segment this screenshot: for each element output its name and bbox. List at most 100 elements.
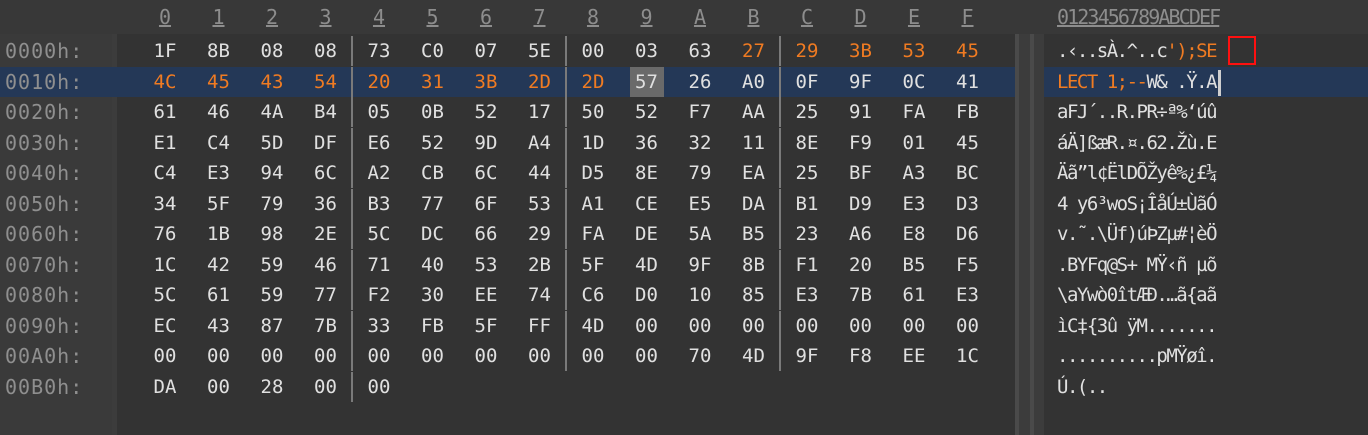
hex-byte[interactable]: 59 — [255, 250, 289, 280]
hex-byte[interactable]: F1 — [790, 250, 824, 280]
hex-byte[interactable]: 28 — [255, 372, 289, 402]
hex-byte[interactable]: FB — [416, 311, 450, 341]
hex-byte[interactable]: A4 — [523, 128, 557, 158]
hex-byte[interactable]: 59 — [255, 280, 289, 310]
hex-byte[interactable]: 32 — [683, 128, 717, 158]
hex-byte[interactable]: 6F — [469, 189, 503, 219]
hex-byte[interactable]: 00 — [576, 341, 610, 371]
ascii-row[interactable]: áÄ]ßæR.¤.62.Žù.E — [1057, 128, 1218, 158]
hex-byte[interactable]: 46 — [309, 250, 343, 280]
hex-byte[interactable]: 23 — [790, 219, 824, 249]
hex-byte[interactable]: D6 — [951, 219, 985, 249]
ascii-row[interactable]: .‹..sÀ.^..c');SE — [1057, 36, 1218, 66]
hex-byte[interactable]: 11 — [737, 128, 771, 158]
hex-byte[interactable]: 00 — [630, 311, 664, 341]
hex-byte[interactable]: 40 — [416, 250, 450, 280]
hex-byte[interactable]: 61 — [148, 97, 182, 127]
hex-byte[interactable]: B3 — [362, 189, 396, 219]
hex-byte[interactable]: FA — [897, 97, 931, 127]
hex-byte[interactable]: 08 — [255, 36, 289, 66]
hex-byte[interactable]: A6 — [844, 219, 878, 249]
hex-byte[interactable]: 94 — [255, 158, 289, 188]
hex-byte[interactable]: 6C — [309, 158, 343, 188]
hex-byte[interactable]: D3 — [951, 189, 985, 219]
hex-byte[interactable]: A2 — [362, 158, 396, 188]
hex-byte[interactable]: F7 — [683, 97, 717, 127]
hex-byte[interactable]: 2D — [523, 67, 557, 97]
hex-byte[interactable]: 43 — [202, 311, 236, 341]
hex-byte[interactable]: 79 — [255, 189, 289, 219]
hex-byte[interactable]: 77 — [416, 189, 450, 219]
hex-byte[interactable]: 4C — [148, 67, 182, 97]
hex-byte[interactable]: 73 — [362, 36, 396, 66]
hex-byte[interactable]: 5D — [255, 128, 289, 158]
hex-byte[interactable]: DE — [630, 219, 664, 249]
hex-byte[interactable]: B5 — [737, 219, 771, 249]
hex-byte[interactable]: B5 — [897, 250, 931, 280]
hex-byte[interactable]: FF — [523, 311, 557, 341]
hex-byte[interactable]: 20 — [362, 67, 396, 97]
hex-byte[interactable]: A3 — [897, 158, 931, 188]
hex-byte[interactable]: 17 — [523, 97, 557, 127]
hex-byte[interactable]: 91 — [844, 97, 878, 127]
hex-byte[interactable]: 63 — [683, 36, 717, 66]
hex-byte[interactable]: 00 — [202, 372, 236, 402]
hex-byte[interactable]: F8 — [844, 341, 878, 371]
hex-byte[interactable]: A1 — [576, 189, 610, 219]
hex-byte[interactable]: 25 — [790, 158, 824, 188]
hex-byte[interactable]: BC — [951, 158, 985, 188]
hex-byte[interactable]: 29 — [790, 36, 824, 66]
hex-byte[interactable]: EE — [469, 280, 503, 310]
hex-byte[interactable]: 33 — [362, 311, 396, 341]
hex-byte[interactable]: 98 — [255, 219, 289, 249]
hex-byte[interactable]: 5F — [469, 311, 503, 341]
hex-byte[interactable]: 31 — [416, 67, 450, 97]
hex-byte[interactable]: 52 — [630, 97, 664, 127]
hex-byte[interactable]: 00 — [523, 341, 557, 371]
hex-byte[interactable]: 29 — [523, 219, 557, 249]
hex-byte[interactable]: 00 — [148, 341, 182, 371]
hex-byte[interactable]: DF — [309, 128, 343, 158]
hex-byte[interactable]: 00 — [362, 341, 396, 371]
hex-byte[interactable]: 50 — [576, 97, 610, 127]
hex-byte[interactable]: 45 — [202, 67, 236, 97]
hex-byte[interactable]: D9 — [844, 189, 878, 219]
hex-byte[interactable]: 85 — [737, 280, 771, 310]
hex-byte[interactable]: 01 — [897, 128, 931, 158]
hex-byte[interactable]: D5 — [576, 158, 610, 188]
hex-byte[interactable]: 5C — [362, 219, 396, 249]
hex-byte[interactable]: 36 — [309, 189, 343, 219]
hex-byte[interactable]: FA — [576, 219, 610, 249]
hex-byte[interactable]: EA — [737, 158, 771, 188]
hex-byte[interactable]: 00 — [202, 341, 236, 371]
hex-byte[interactable]: 4D — [576, 311, 610, 341]
hex-byte[interactable]: 00 — [416, 341, 450, 371]
hex-byte[interactable]: 00 — [469, 341, 503, 371]
hex-byte[interactable]: E5 — [683, 189, 717, 219]
hex-byte[interactable]: 8B — [202, 36, 236, 66]
hex-byte[interactable]: 1C — [148, 250, 182, 280]
hex-byte[interactable]: 05 — [362, 97, 396, 127]
hex-byte[interactable]: 00 — [362, 372, 396, 402]
hex-byte[interactable]: 74 — [523, 280, 557, 310]
hex-byte[interactable]: 5E — [523, 36, 557, 66]
hex-byte[interactable]: 61 — [897, 280, 931, 310]
ascii-row[interactable]: ..........pMŸøî. — [1057, 341, 1218, 371]
hex-byte[interactable]: 0B — [416, 97, 450, 127]
hex-byte[interactable]: 70 — [683, 341, 717, 371]
hex-byte[interactable]: D0 — [630, 280, 664, 310]
ascii-row[interactable]: 4 y6³woS¡ÎåÚ±ÙãÓ — [1057, 189, 1218, 219]
hex-byte[interactable]: 5A — [683, 219, 717, 249]
hex-byte[interactable]: 5F — [202, 189, 236, 219]
hex-byte[interactable]: 54 — [309, 67, 343, 97]
hex-byte[interactable]: 00 — [309, 372, 343, 402]
hex-byte[interactable]: 7B — [844, 280, 878, 310]
hex-byte[interactable]: 00 — [576, 36, 610, 66]
ascii-row[interactable]: LECT 1;--W& .Ÿ.A — [1057, 67, 1218, 97]
hex-byte[interactable]: 45 — [951, 128, 985, 158]
hex-byte[interactable]: 26 — [683, 67, 717, 97]
hex-byte[interactable]: 9D — [469, 128, 503, 158]
hex-byte[interactable]: C6 — [576, 280, 610, 310]
hex-byte[interactable]: E3 — [202, 158, 236, 188]
hex-byte[interactable]: DA — [148, 372, 182, 402]
